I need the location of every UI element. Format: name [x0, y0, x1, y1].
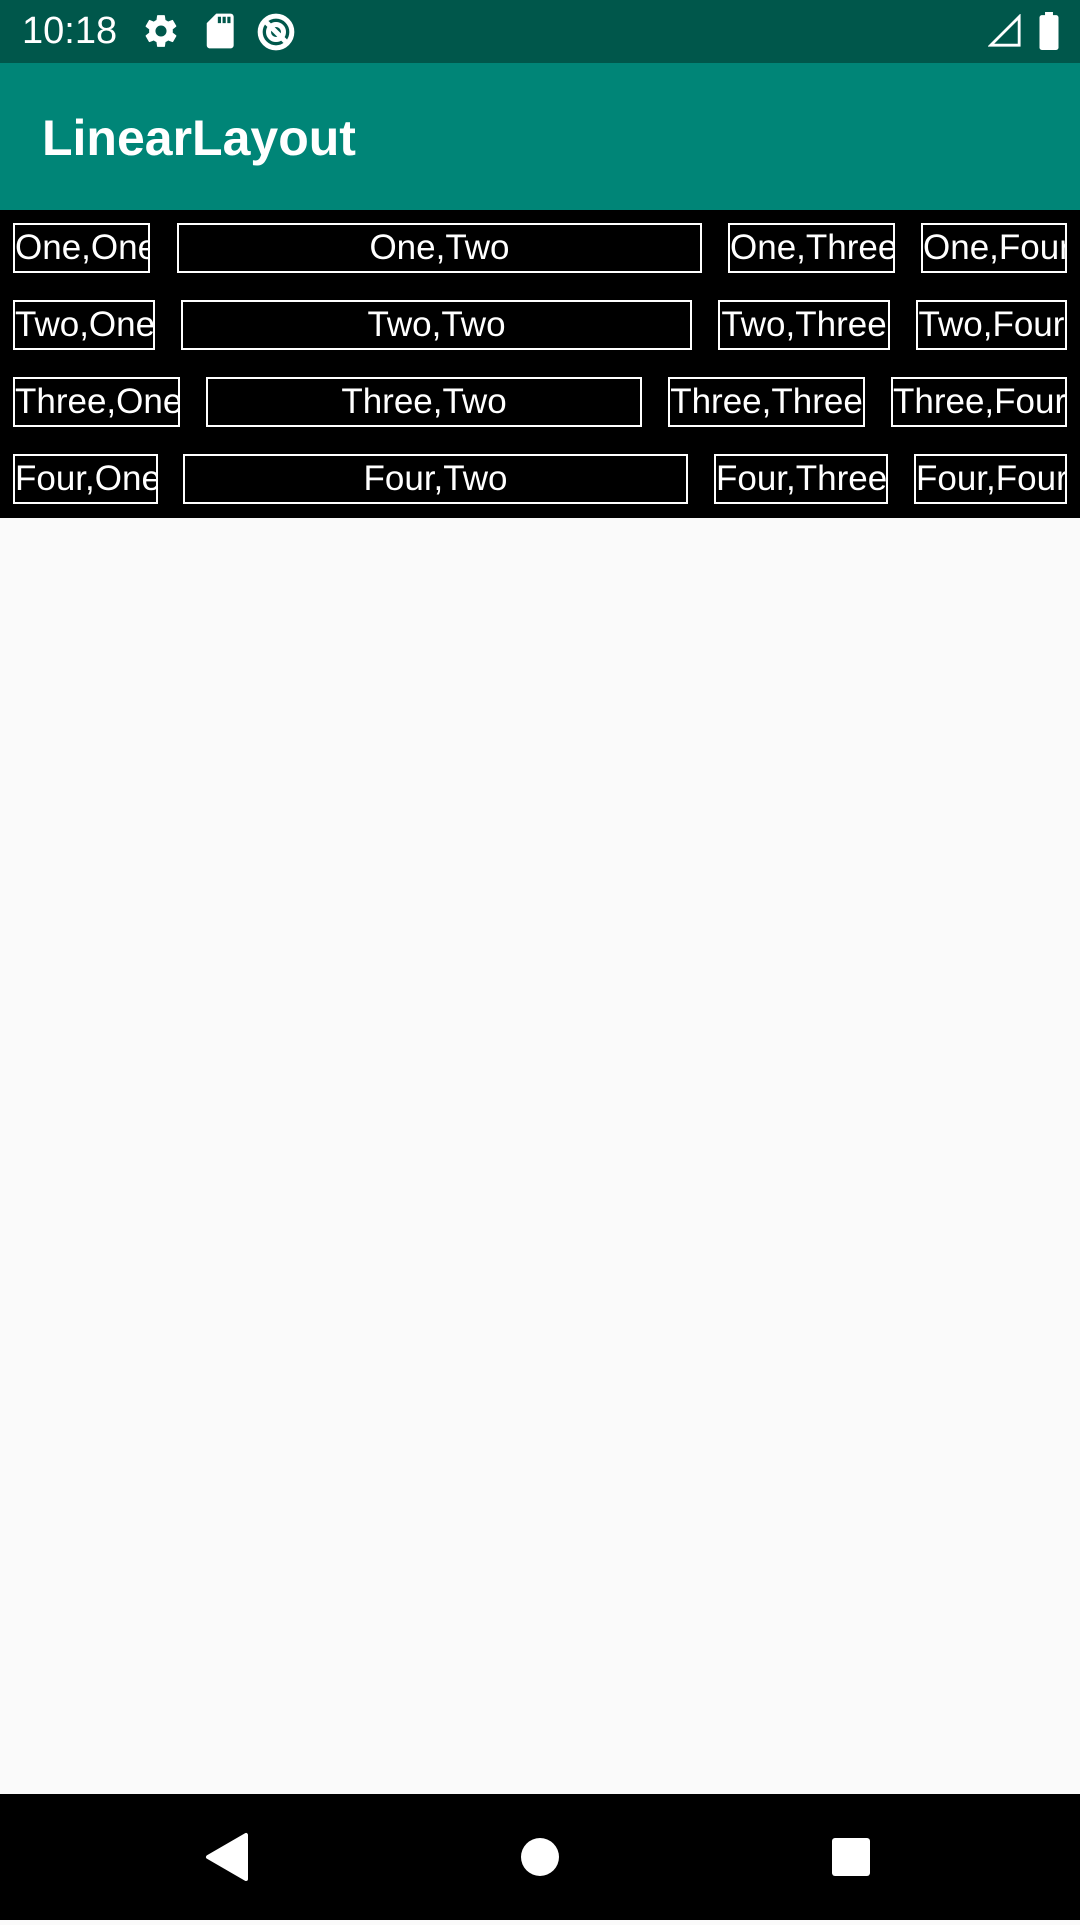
grid-row-3: Three,One Three,Two Three,Three Three,Fo…	[0, 377, 1080, 427]
cell-four-one: Four,One	[13, 454, 158, 504]
app-title: LinearLayout	[42, 110, 356, 166]
linear-layout-grid: One,One One,Two One,Three One,Four Two,O…	[0, 210, 1080, 518]
battery-icon	[1038, 12, 1060, 55]
cell-one-three: One,Three	[728, 223, 895, 273]
recents-icon	[832, 1838, 870, 1876]
cell-two-two: Two,Two	[181, 300, 692, 350]
cell-three-one: Three,One	[13, 377, 180, 427]
cell-four-three: Four,Three	[714, 454, 888, 504]
signal-icon	[987, 13, 1022, 53]
cell-three-two: Three,Two	[206, 377, 642, 427]
cell-two-one: Two,One	[13, 300, 155, 350]
cell-two-three: Two,Three	[718, 300, 890, 350]
grid-row-1: One,One One,Two One,Three One,Four	[0, 223, 1080, 273]
content-area	[0, 518, 1080, 1794]
status-bar: 10:18	[0, 0, 1080, 63]
status-time: 10:18	[22, 10, 118, 52]
cell-four-two: Four,Two	[183, 454, 688, 504]
sync-icon	[256, 12, 296, 57]
recents-button[interactable]	[781, 1794, 921, 1920]
grid-row-4: Four,One Four,Two Four,Three Four,Four	[0, 454, 1080, 504]
cell-one-four: One,Four	[921, 223, 1067, 273]
home-icon	[521, 1838, 559, 1876]
sd-card-icon	[204, 12, 238, 55]
cell-four-four: Four,Four	[914, 454, 1067, 504]
cell-one-two: One,Two	[177, 223, 702, 273]
back-icon	[206, 1833, 248, 1881]
back-button[interactable]	[156, 1794, 296, 1920]
app-bar: LinearLayout	[0, 63, 1080, 210]
cell-three-four: Three,Four	[891, 377, 1067, 427]
grid-row-2: Two,One Two,Two Two,Three Two,Four	[0, 300, 1080, 350]
cell-three-three: Three,Three	[668, 377, 865, 427]
gear-icon	[142, 12, 180, 55]
cell-two-four: Two,Four	[916, 300, 1067, 350]
cell-one-one: One,One	[13, 223, 150, 273]
home-button[interactable]	[470, 1794, 610, 1920]
navigation-bar	[0, 1794, 1080, 1920]
